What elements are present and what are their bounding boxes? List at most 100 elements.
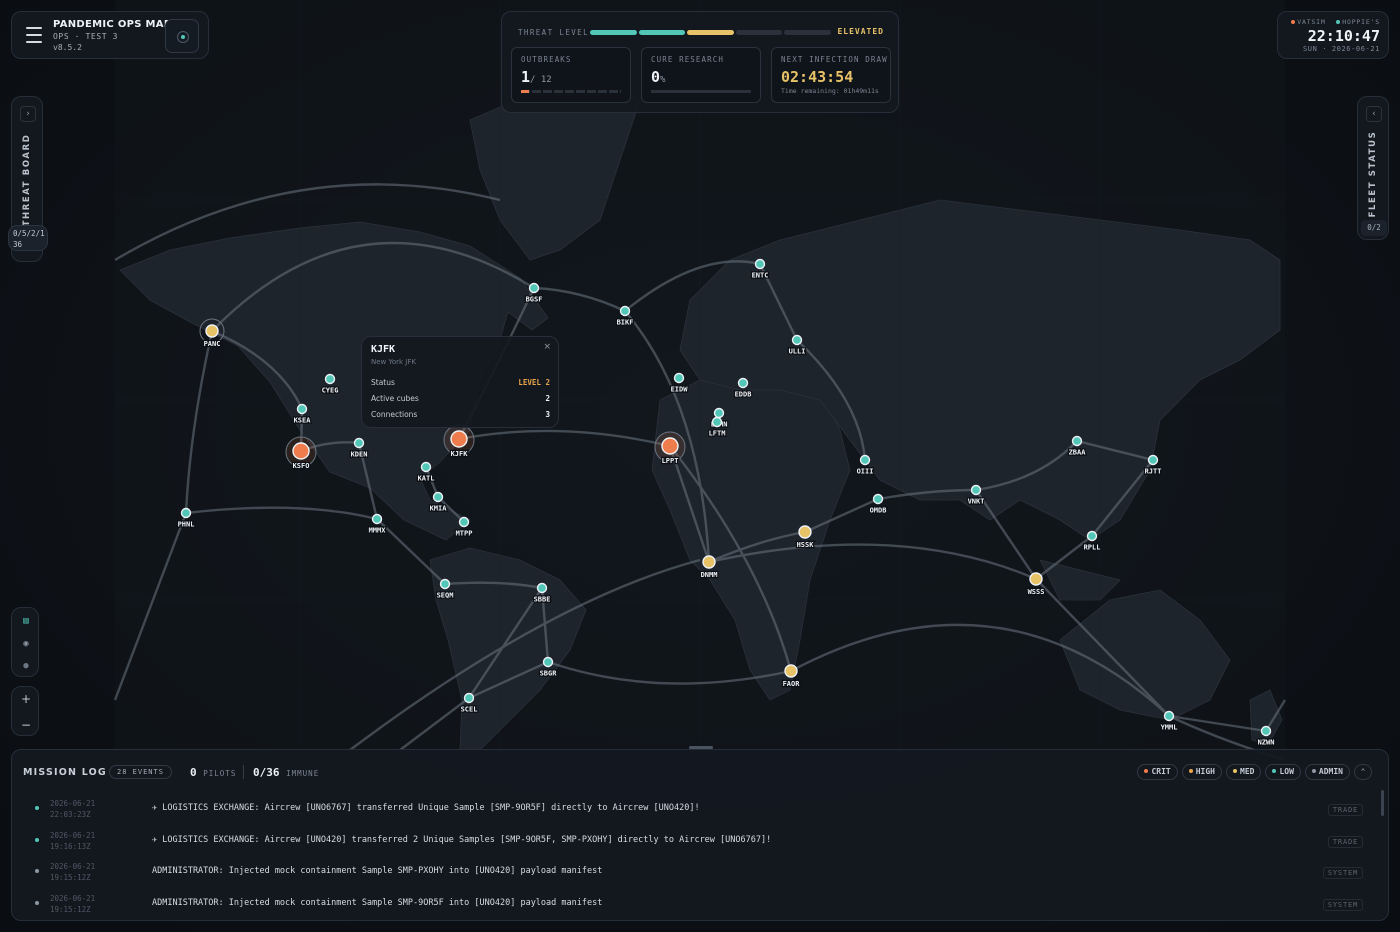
filter-chip-med[interactable]: MED [1226,764,1262,780]
log-message: ADMINISTRATOR: Injected mock containment… [152,866,603,876]
airport-label: RJTT [1145,468,1162,476]
airport-label: VNKT [968,498,985,506]
cure-research-unit: % [660,75,666,85]
log-entry[interactable]: 2026-06-21 19:15:12Z ADMINISTRATOR: Inject… [23,857,1383,887]
fleet-status-rail[interactable]: ‹ FLEET STATUS 0/2 [1357,96,1389,240]
filter-label: CRIT [1151,767,1171,776]
outbreaks-value: 1 [521,68,531,86]
filter-chip-high[interactable]: HIGH [1181,764,1222,780]
expand-chevron-icon[interactable]: ‹ [1366,106,1382,122]
log-message: ADMINISTRATOR: Injected mock containment… [152,897,603,908]
threat-level-label: THREAT LEVEL [518,28,589,37]
infection-draw-countdown: 02:43:54 [781,68,854,86]
airport-label: OIII [857,468,874,476]
radar-icon [177,31,189,43]
popup-subtitle: New York JFK [371,358,416,366]
severity-dot [35,837,39,842]
airport-label: EIDW [671,386,689,394]
app-subtitle: OPS · TEST 3 [53,32,118,41]
log-message: ✈ LOGISTICS EXCHANGE: Aircrew [UNO420] t… [152,834,772,845]
log-entry[interactable]: 2026-06-21 19:15:12Z ADMINISTRATOR: Inject… [23,889,1383,919]
airport-label: FAOR [783,680,801,688]
log-entry[interactable]: 2026-06-21 19:16:13Z ✈ LOGISTICS EXCHANGE:… [23,826,1383,856]
events-count-badge: 28 EVENTS [109,765,172,779]
routes-toggle-icon[interactable]: ◉ [19,638,33,650]
log-category-tag: TRADE [1327,835,1363,848]
pilots-value: 0 [190,766,197,779]
vatsim-status-dot [1291,19,1296,24]
airport-label: SBBE [534,596,551,604]
immune-value: 0/36 [253,766,280,779]
airport-label: SCEL [461,706,478,714]
filter-label: ADMIN [1318,767,1343,776]
collapse-chevron-icon[interactable]: ⌃ [1354,764,1372,780]
clock-panel: VATSIM HOPPIE'S 22:10:47 SUN · 2026-06-2… [1277,11,1389,59]
airport-label: LFTM [709,430,726,438]
outbreaks-progress [521,90,529,93]
threat-level-value: ELEVATED [837,27,884,36]
airport-label: OMDB [870,507,887,515]
resize-handle[interactable] [689,746,713,749]
airport-label: DNMM [701,571,718,579]
airport-label: HSSK [797,541,815,549]
popup-row-label: Status [371,378,395,387]
menu-icon[interactable] [26,27,42,48]
airport-label: ULLI [789,348,806,356]
brand-panel: PANDEMIC OPS MAP OPS · TEST 3 v8.5.2 [11,11,209,59]
airport-label: BGSF [526,296,543,304]
radar-button[interactable] [165,19,199,53]
severity-filters: CRIT HIGH MED LOW ADMIN ⌃ [1137,764,1372,780]
log-timestamp: 2026-06-21 22:03:23Z [50,799,96,819]
outbreaks-track [521,90,621,93]
airport-label: ZBAA [1069,449,1087,457]
immune-count: 0/36 IMMUNE [253,766,319,779]
filter-chip-crit[interactable]: CRIT [1137,764,1178,780]
airport-label: KSFO [293,462,310,470]
app-version: v8.5.2 [53,43,82,52]
expand-chevron-icon[interactable]: › [20,106,36,122]
airport-label: ENTC [752,272,769,280]
log-entry[interactable]: 2026-06-21 22:03:23Z ✈ LOGISTICS EXCHANGE:… [23,794,1383,824]
layers-icon[interactable]: ▤ [19,615,33,627]
log-scrollbar[interactable] [1381,790,1384,816]
log-timestamp: 2026-06-21 19:15:12Z [50,862,96,882]
filter-chip-low[interactable]: LOW [1265,764,1301,780]
severity-dot [1311,768,1316,773]
cure-research-value: 0 [651,68,661,86]
airport-label: RPLL [1084,544,1101,552]
airport-label: KDEN [351,451,368,459]
close-icon[interactable]: × [543,342,551,352]
hoppie-label: HOPPIE'S [1342,18,1380,26]
popup-row-label: Connections [371,410,418,419]
log-category-tag: TRADE [1327,804,1363,816]
network-status: VATSIM HOPPIE'S [1285,18,1380,26]
outbreaks-label: OUTBREAKS [521,55,572,64]
filter-chip-admin[interactable]: ADMIN [1304,764,1350,780]
outbreaks-total: / 12 [530,75,552,85]
airport-label: WSSS [1028,588,1045,596]
zoom-in-button[interactable]: + [16,690,36,708]
threat-board-label: THREAT BOARD [22,133,32,227]
airport-label: EDDB [735,391,752,399]
popup-row-connections: Connections 3 [371,410,550,424]
zoom-out-button[interactable]: − [16,716,36,734]
utc-date: SUN · 2026-06-21 [1302,45,1380,53]
threat-board-rail[interactable]: › THREAT BOARD 0/5/2/1 36 [8,96,48,262]
layer-tools: ▤ ◉ ● [11,607,39,677]
airport-label: KATL [418,475,435,483]
log-timestamp: 2026-06-21 19:16:13Z [50,830,96,851]
labels-toggle-icon[interactable]: ● [19,660,33,672]
threat-board-counts: 0/5/2/1 36 [8,225,48,251]
zoom-controls: + − [11,686,39,736]
app-title: PANDEMIC OPS MAP [53,19,172,30]
severity-dot [35,806,39,810]
mission-log-title: MISSION LOG [23,767,107,778]
divider [243,765,244,779]
severity-dot [1188,768,1193,773]
airport-label: BIKF [617,319,634,327]
cure-research-label: CURE RESEARCH [651,55,724,64]
severity-dot [1144,768,1149,773]
airport-label: YMML [1161,724,1178,732]
fleet-status-count: 0/2 [1361,220,1387,236]
threat-level-meter [590,30,831,35]
